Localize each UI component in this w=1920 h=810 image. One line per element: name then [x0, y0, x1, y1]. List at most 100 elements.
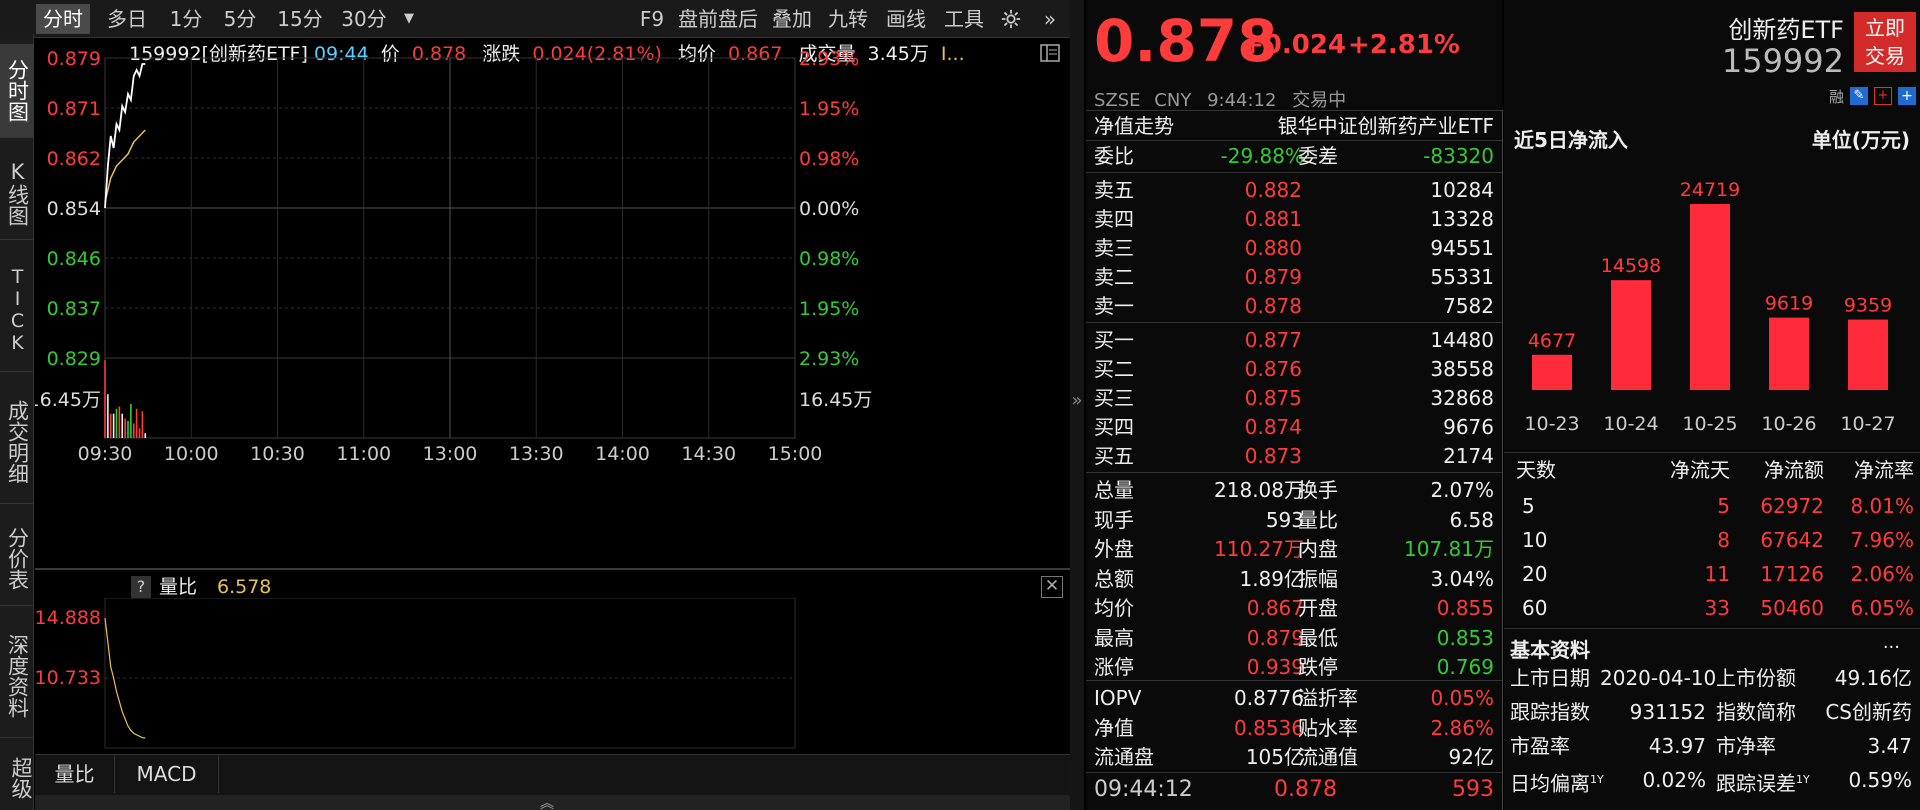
- pct-tick-label: 1.95%: [799, 298, 859, 320]
- tab-15min[interactable]: 15分: [272, 4, 328, 34]
- help-icon[interactable]: ?: [131, 576, 151, 598]
- time-tick-label: 14:30: [681, 443, 736, 465]
- draw-line-button[interactable]: 画线: [882, 4, 930, 34]
- app-window: { "toolbar": { "tabs": ["分时", "多日", "1分"…: [0, 0, 1920, 810]
- volume-bar: [135, 408, 138, 438]
- net-inflow-bar-chart: 4677 10-23 14598 10-24 24719 10-25 9619 10-26 93…: [1524, 179, 1895, 435]
- nav-tick[interactable]: TICK: [0, 248, 34, 372]
- inflow-value-label: 4677: [1528, 330, 1576, 352]
- bid-row-price[interactable]: 0.876: [1206, 355, 1302, 383]
- intraday-chart[interactable]: 0.879 0.871 0.862 0.854 0.846 0.837 0.829 16.45…: [35, 38, 1070, 568]
- double-chevron-right-icon[interactable]: »: [1036, 4, 1064, 34]
- price-tick-label: 0.862: [47, 148, 101, 170]
- nav-price-table[interactable]: 分价表: [0, 512, 34, 606]
- flow-table-cell: 67642: [1760, 528, 1824, 552]
- ask-row-price[interactable]: 0.879: [1206, 263, 1302, 291]
- basic-label: 日均偏离1Y: [1510, 771, 1604, 796]
- basic-label: 上市份额: [1716, 666, 1796, 690]
- basic-value: 0.59%: [1848, 768, 1912, 792]
- double-chevron-up-icon[interactable]: ︽: [540, 793, 554, 810]
- ask-row-price[interactable]: 0.878: [1206, 292, 1302, 320]
- stat-value: 0.8536: [1234, 715, 1304, 740]
- flow-table-cell: 2.06%: [1850, 562, 1914, 586]
- time-tick-label: 10:00: [164, 443, 219, 465]
- inflow-date-label: 10-24: [1603, 413, 1658, 435]
- close-icon[interactable]: ✕: [1041, 576, 1063, 598]
- stat-label: 振幅: [1298, 566, 1338, 591]
- stat-value: 107.81万: [1404, 537, 1494, 561]
- tab-1min[interactable]: 1分: [164, 4, 208, 34]
- chart-toolbar: 分时 多日 1分 5分 15分 30分 ▼ F9 盘前盘后 叠加 九转 画线 工…: [0, 0, 1070, 38]
- exchange: SZSE: [1094, 90, 1141, 111]
- inflow-bar: [1848, 319, 1888, 390]
- stat-value: 218.08万: [1214, 478, 1304, 502]
- pre-post-market-button[interactable]: 盘前盘后: [674, 4, 762, 34]
- basic-label: 指数简称: [1716, 700, 1796, 724]
- volume-bar: [112, 413, 115, 438]
- stat-label: 溢折率: [1298, 686, 1358, 710]
- chevron-down-icon[interactable]: ▼: [398, 4, 420, 34]
- double-chevron-right-icon[interactable]: »: [1070, 390, 1084, 411]
- nav-depth-data[interactable]: 深度资料: [0, 614, 34, 738]
- ratio-tick-label: 14.888: [35, 607, 101, 629]
- ask-row-price[interactable]: 0.882: [1206, 176, 1302, 204]
- bid-row-volume: 14480: [1430, 328, 1494, 352]
- nav-intraday-chart[interactable]: 分时图: [0, 44, 34, 138]
- price-tick-label: 0.837: [47, 298, 101, 320]
- panel-divider: [35, 568, 1070, 570]
- trade-now-button[interactable]: 立即交易: [1854, 12, 1916, 72]
- bid-row-price[interactable]: 0.875: [1206, 384, 1302, 412]
- bid-row-volume: 38558: [1430, 357, 1494, 381]
- ask-row-label: 卖二: [1094, 265, 1134, 289]
- volume-tick-label: 16.45万: [799, 389, 872, 411]
- nav-trend-link[interactable]: 净值走势: [1094, 112, 1174, 140]
- ask-row-price[interactable]: 0.880: [1206, 234, 1302, 262]
- order-ratio-value: -29.88%: [1220, 144, 1304, 168]
- nine-turn-button[interactable]: 九转: [824, 4, 872, 34]
- quote-panel: 0.878 +0.024 +2.81% SZSE CNY 9:44:12 交易中…: [1086, 0, 1502, 810]
- stat-value: 92亿: [1448, 745, 1494, 769]
- basic-label: 跟踪指数: [1510, 700, 1590, 724]
- nav-trade-detail[interactable]: 成交明细: [0, 380, 34, 504]
- ask-row-price[interactable]: 0.881: [1206, 205, 1302, 233]
- stat-label: 现手: [1094, 507, 1134, 532]
- volume-bar: [130, 403, 132, 438]
- bid-row-price[interactable]: 0.874: [1206, 413, 1302, 441]
- price-change: +0.024: [1242, 30, 1347, 60]
- tab-volume-ratio[interactable]: 量比: [35, 755, 115, 793]
- stat-value: 0.939: [1246, 655, 1304, 679]
- overlay-button[interactable]: 叠加: [768, 4, 816, 34]
- volume-bar: [127, 420, 129, 438]
- pct-tick-label: 1.95%: [799, 98, 859, 120]
- f9-button[interactable]: F9: [634, 4, 670, 34]
- nav-super[interactable]: 超级: [0, 746, 34, 810]
- tab-5min[interactable]: 5分: [216, 4, 264, 34]
- bid-row-price[interactable]: 0.873: [1206, 442, 1302, 470]
- tab-intraday[interactable]: 分时: [36, 4, 90, 34]
- add-watchlist-icon[interactable]: +: [1874, 87, 1892, 105]
- last-tick-time: 09:44:12: [1094, 777, 1193, 802]
- quote-time: 9:44:12: [1207, 90, 1277, 111]
- volume-ratio-chart[interactable]: 14.888 10.733: [35, 598, 1070, 758]
- time-tick-label: 09:30: [78, 443, 133, 465]
- price-tick-label: 0.846: [47, 248, 101, 270]
- add-icon[interactable]: +: [1898, 87, 1916, 105]
- gear-icon[interactable]: [996, 4, 1026, 34]
- tab-30min[interactable]: 30分: [336, 4, 392, 34]
- last-tick-volume: 593: [1452, 777, 1494, 802]
- last-tick-price: 0.878: [1274, 777, 1337, 802]
- price-tick-label: 0.829: [47, 348, 101, 370]
- more-button[interactable]: ...: [1883, 632, 1900, 653]
- ask-row-volume: 13328: [1430, 207, 1494, 231]
- edit-icon[interactable]: ✎: [1850, 87, 1868, 105]
- order-diff-label: 委差: [1298, 144, 1338, 168]
- bid-row-price[interactable]: 0.877: [1206, 326, 1302, 354]
- tab-macd[interactable]: MACD: [115, 755, 219, 793]
- tools-button[interactable]: 工具: [940, 4, 988, 34]
- flow-table-cell: 10: [1522, 528, 1548, 552]
- inflow-bar: [1769, 317, 1809, 390]
- nav-kline-chart[interactable]: K线图: [0, 146, 34, 240]
- volume-bar: [138, 428, 141, 438]
- tab-multiday[interactable]: 多日: [100, 4, 154, 34]
- stat-label: IOPV: [1094, 686, 1142, 710]
